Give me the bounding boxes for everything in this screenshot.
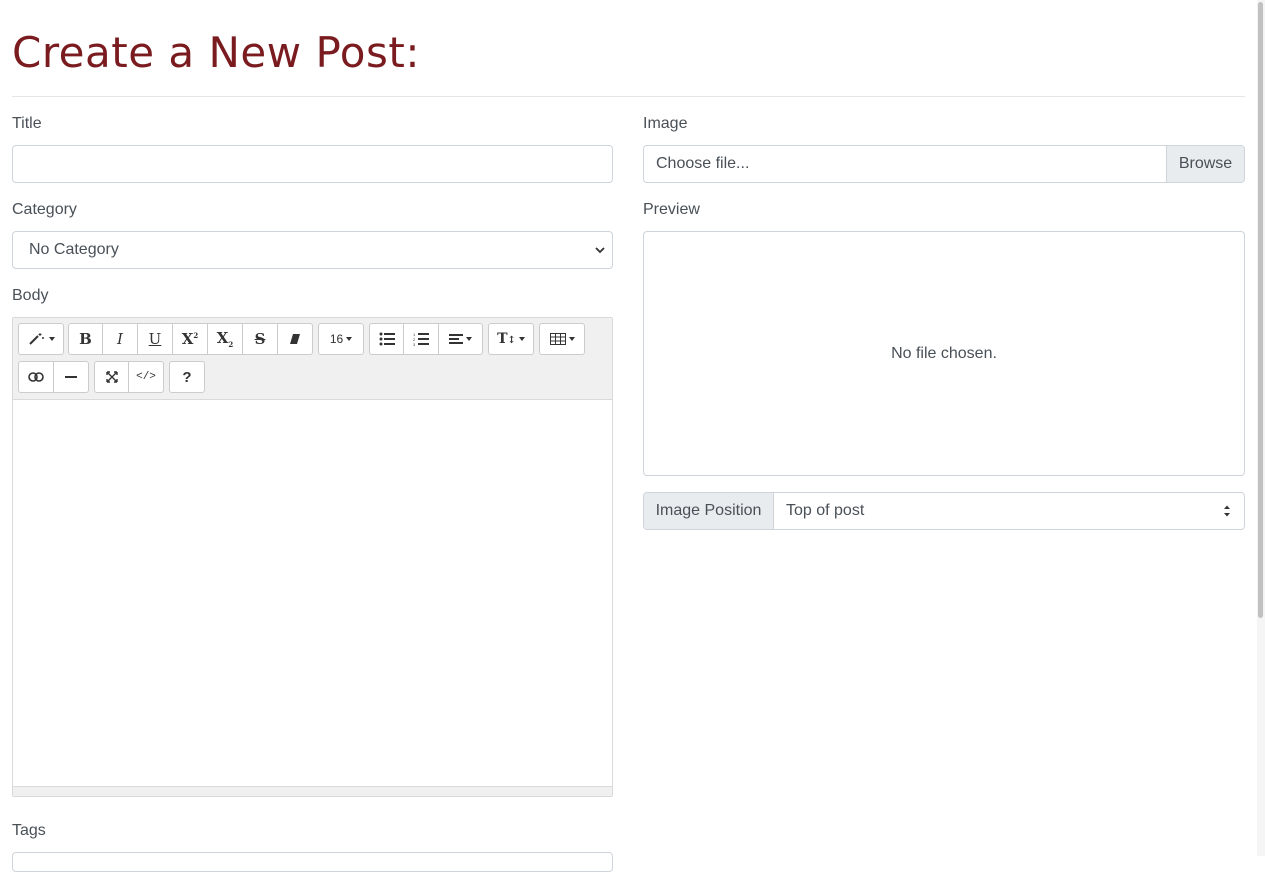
- help-icon: ?: [182, 368, 192, 386]
- title-divider: [12, 96, 1245, 97]
- scrollbar-thumb[interactable]: [1258, 2, 1263, 618]
- image-position-group: Image Position Top of post: [643, 492, 1245, 530]
- select-arrows-icon: [1224, 505, 1230, 517]
- image-preview: No file chosen.: [643, 231, 1245, 476]
- code-view-button[interactable]: </>: [129, 361, 164, 393]
- font-size-dropdown[interactable]: 16: [318, 323, 364, 355]
- image-file-input[interactable]: Choose file... Browse: [643, 145, 1245, 183]
- bold-button[interactable]: B: [68, 323, 103, 355]
- chevron-down-icon: [595, 247, 605, 254]
- clear-format-button[interactable]: [278, 323, 313, 355]
- superscript-button[interactable]: X2: [173, 323, 208, 355]
- image-label: Image: [643, 115, 688, 132]
- title-label: Title: [12, 115, 42, 132]
- bold-icon: B: [79, 330, 92, 348]
- preview-text: No file chosen.: [891, 344, 997, 362]
- tags-input[interactable]: [12, 852, 613, 872]
- category-select[interactable]: No Category: [12, 231, 613, 269]
- italic-button[interactable]: I: [103, 323, 138, 355]
- code-view-icon: </>: [136, 371, 156, 383]
- page-scrollbar[interactable]: [1257, 0, 1265, 856]
- strikethrough-button[interactable]: S: [243, 323, 278, 355]
- ordered-list-button[interactable]: 123: [404, 323, 439, 355]
- tags-label: Tags: [12, 822, 46, 839]
- eraser-icon: [290, 334, 300, 344]
- file-placeholder: Choose file...: [656, 155, 750, 172]
- image-position-select[interactable]: Top of post: [774, 493, 1244, 529]
- browse-button[interactable]: Browse: [1166, 146, 1244, 182]
- strikethrough-icon: S: [254, 330, 266, 348]
- svg-text:3: 3: [413, 342, 416, 346]
- fullscreen-icon: [105, 371, 118, 383]
- align-icon: [449, 334, 463, 344]
- subscript-icon: X2: [216, 329, 234, 349]
- unordered-list-button[interactable]: [369, 323, 404, 355]
- ordered-list-icon: 123: [413, 332, 429, 346]
- style-button[interactable]: [18, 323, 64, 355]
- preview-label: Preview: [643, 201, 700, 218]
- editor-resize-bar[interactable]: [13, 786, 612, 796]
- table-dropdown[interactable]: [539, 323, 585, 355]
- editor-toolbar: B I U X2 X2 S 16 123 T↕ </> ?: [13, 318, 612, 400]
- italic-icon: I: [117, 330, 123, 348]
- help-button[interactable]: ?: [169, 361, 205, 393]
- link-button[interactable]: [18, 361, 54, 393]
- page-title: Create a New Post:: [12, 28, 420, 77]
- subscript-button[interactable]: X2: [208, 323, 243, 355]
- text-height-icon: T↕: [497, 331, 516, 347]
- rich-text-editor: B I U X2 X2 S 16 123 T↕ </> ?: [12, 317, 613, 797]
- underline-icon: U: [148, 330, 162, 348]
- magic-wand-icon: [28, 333, 44, 345]
- fullscreen-button[interactable]: [94, 361, 129, 393]
- body-label: Body: [12, 287, 49, 304]
- line-height-dropdown[interactable]: T↕: [488, 323, 534, 355]
- category-selected-value: No Category: [29, 241, 119, 258]
- horizontal-rule-icon: [65, 376, 77, 378]
- paragraph-align-dropdown[interactable]: [439, 323, 483, 355]
- title-input[interactable]: [12, 145, 613, 183]
- category-label: Category: [12, 201, 77, 218]
- table-icon: [549, 333, 566, 345]
- link-icon: [28, 372, 44, 382]
- image-position-value: Top of post: [786, 502, 865, 519]
- horizontal-rule-button[interactable]: [54, 361, 89, 393]
- superscript-icon: X2: [181, 330, 199, 348]
- font-size-value: 16: [329, 332, 344, 346]
- underline-button[interactable]: U: [138, 323, 173, 355]
- unordered-list-icon: [379, 332, 395, 346]
- image-position-label: Image Position: [644, 493, 774, 529]
